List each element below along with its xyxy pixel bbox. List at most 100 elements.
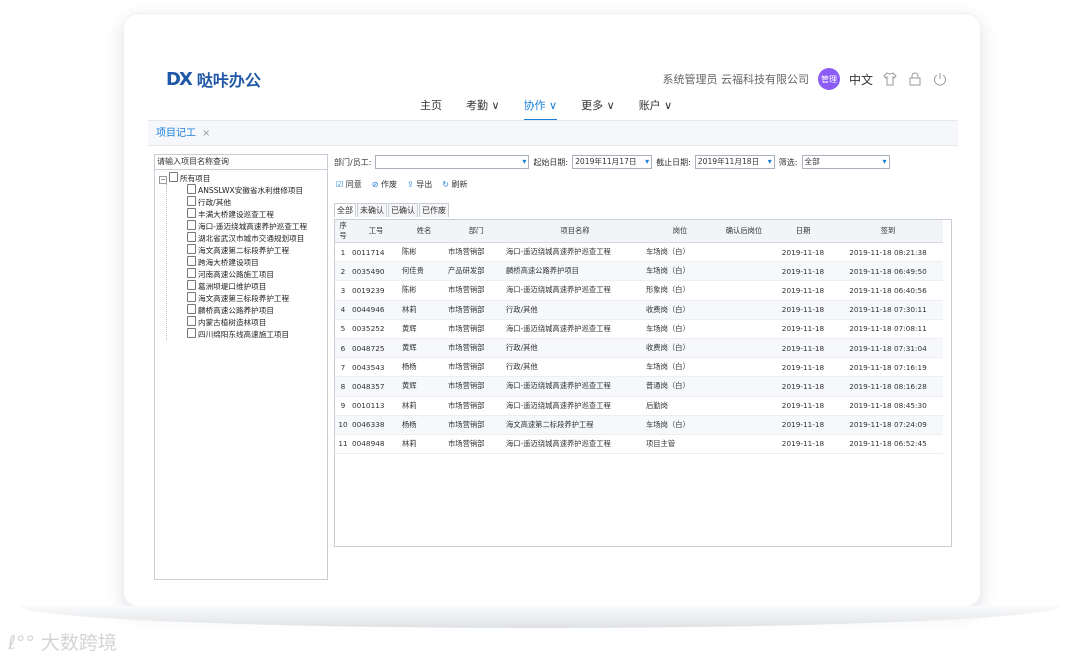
logo[interactable]: DX 哒咔办公 bbox=[166, 67, 261, 91]
table-row[interactable]: 2 0035490 何佳贵 产品研发部 麟桥高速公路养护项目 车场岗（白） 2019-11-… bbox=[335, 261, 943, 282]
tree-search-input[interactable]: 请输入项目名称查询 bbox=[155, 155, 327, 170]
agree-button[interactable]: ☑ 同意 bbox=[336, 179, 362, 190]
tree-item[interactable]: 跨海大桥建设项目 bbox=[187, 256, 327, 268]
cell: 2019-11-18 bbox=[773, 434, 833, 455]
language-switch[interactable]: 中文 bbox=[849, 71, 873, 88]
table-row[interactable]: 1 0011714 陈彬 市场营销部 海口-遥迈绕城高速养护巡查工程 车场岗（白） 2019… bbox=[335, 242, 943, 263]
project-tree: − 所有项目 ANSSLWX安徽省水利维修项目 行政/其他 丰满大桥建设巡查工程 … bbox=[155, 170, 327, 340]
tree-item[interactable]: 海文高速第三标段养护工程 bbox=[187, 292, 327, 304]
end-date-input[interactable]: 2019年11月18日 bbox=[694, 155, 775, 169]
tree-item[interactable]: 四川绵阳东线高速施工项目 bbox=[187, 328, 327, 340]
table-row[interactable]: 9 0010113 林莉 市场营销部 海口-遥迈绕城高速养护巡查工程 后勤岗 2019-11… bbox=[335, 396, 943, 416]
cell: 林莉 bbox=[401, 300, 447, 320]
cell: 4 bbox=[335, 300, 351, 320]
shirt-icon[interactable] bbox=[882, 71, 898, 87]
admin-badge[interactable]: 管理 bbox=[817, 68, 840, 90]
col-index[interactable]: 序号 bbox=[335, 220, 351, 243]
cell: 林莉 bbox=[401, 434, 447, 455]
tree-item[interactable]: 丰满大桥建设巡查工程 bbox=[187, 208, 327, 220]
tree-item-label: 湖北省武汉市城市交通规划项目 bbox=[198, 234, 305, 243]
tree-item[interactable]: 海口-遥迈绕城高速养护巡查工程 bbox=[187, 220, 327, 232]
refresh-icon: ↻ bbox=[442, 180, 449, 189]
folder-icon bbox=[187, 268, 196, 278]
folder-icon bbox=[187, 208, 196, 218]
filter-select[interactable]: 全部 bbox=[801, 155, 890, 169]
cell: 0044946 bbox=[351, 300, 401, 320]
col-name[interactable]: 姓名 bbox=[401, 220, 447, 243]
user-info: 系统管理员 云福科技有限公司 bbox=[662, 73, 809, 86]
cell: 市场营销部 bbox=[447, 376, 505, 397]
table-row[interactable]: 10 0046338 杨杨 市场营销部 海文高速第二标段养护工程 车场岗（白） 2019-1… bbox=[335, 415, 943, 435]
cell: 黄辉 bbox=[401, 319, 447, 339]
folder-icon bbox=[187, 184, 196, 194]
nav-account[interactable]: 账户 ∨ bbox=[639, 97, 673, 121]
export-button[interactable]: ⇪ 导出 bbox=[407, 179, 432, 190]
col-date[interactable]: 日期 bbox=[773, 220, 833, 243]
cell: 海口-遥迈绕城高速养护巡查工程 bbox=[505, 242, 645, 263]
tree-root[interactable]: − 所有项目 bbox=[159, 172, 327, 184]
filter-bar: 部门/员工: 起始日期: 2019年11月17日 截止日期: 2019年11月1… bbox=[334, 154, 954, 170]
cell bbox=[715, 242, 773, 263]
nav-home[interactable]: 主页 bbox=[420, 97, 442, 121]
col-dept[interactable]: 部门 bbox=[447, 220, 505, 243]
table-row[interactable]: 5 0035252 黄辉 市场营销部 海口-遥迈绕城高速养护巡查工程 车场岗（白） 2019… bbox=[335, 319, 943, 339]
nav-attendance[interactable]: 考勤 ∨ bbox=[466, 97, 500, 121]
col-project[interactable]: 项目名称 bbox=[505, 220, 645, 243]
table-row[interactable]: 11 0048948 林莉 市场营销部 海口-遥迈绕城高速养护巡查工程 项目主管 2019-… bbox=[335, 434, 943, 455]
tree-item[interactable]: 海文高速第二标段养护工程 bbox=[187, 244, 327, 256]
void-button[interactable]: ⊘ 作废 bbox=[372, 179, 397, 190]
start-date-input[interactable]: 2019年11月17日 bbox=[572, 155, 653, 169]
power-icon[interactable] bbox=[932, 71, 948, 87]
cell: 0019239 bbox=[351, 280, 401, 301]
lock-icon[interactable] bbox=[907, 71, 923, 87]
tree-item[interactable]: 行政/其他 bbox=[187, 196, 327, 208]
toolbar: ☑ 同意 ⊘ 作废 ⇪ 导出 ↻ 刷新 bbox=[336, 179, 467, 190]
tree-item[interactable]: 河南高速公路施工项目 bbox=[187, 268, 327, 280]
cell: 形象岗（白） bbox=[645, 280, 715, 301]
col-post[interactable]: 岗位 bbox=[645, 220, 715, 243]
tab-voided[interactable]: 已作废 bbox=[419, 203, 449, 217]
tree-item-label: 海文高速第三标段养护工程 bbox=[198, 294, 290, 303]
cell: 2019-11-18 07:16:19 bbox=[833, 357, 943, 378]
table-row[interactable]: 3 0019239 陈彬 市场营销部 海口-遥迈绕城高速养护巡查工程 形象岗（白） 2019… bbox=[335, 280, 943, 301]
cell: 市场营销部 bbox=[447, 338, 505, 359]
refresh-button[interactable]: ↻ 刷新 bbox=[442, 179, 467, 190]
folder-icon bbox=[187, 256, 196, 266]
close-icon[interactable]: × bbox=[202, 128, 210, 139]
end-date-label: 截止日期: bbox=[656, 157, 691, 167]
tree-item[interactable]: 内蒙古植树造林项目 bbox=[187, 316, 327, 328]
folder-icon bbox=[187, 304, 196, 314]
table-row[interactable]: 8 0048357 黄辉 市场营销部 海口-遥迈绕城高速养护巡查工程 普通岗（白） 2019… bbox=[335, 376, 943, 397]
cell: 0010113 bbox=[351, 396, 401, 416]
tree-item[interactable]: 葛洲坝堤口维护项目 bbox=[187, 280, 327, 292]
table-row[interactable]: 6 0048725 黄辉 市场营销部 行政/其他 收费岗（白） 2019-11-18 2019… bbox=[335, 338, 943, 359]
dept-select[interactable] bbox=[375, 155, 530, 169]
cell: 2019-11-18 06:40:56 bbox=[833, 280, 943, 301]
tab-confirmed[interactable]: 已确认 bbox=[388, 203, 418, 217]
cell: 2019-11-18 08:16:28 bbox=[833, 376, 943, 397]
cell: 2 bbox=[335, 261, 351, 282]
tab-all[interactable]: 全部 bbox=[334, 203, 356, 217]
table-row[interactable]: 7 0043543 杨杨 市场营销部 行政/其他 车场岗（白） 2019-11-18 2019… bbox=[335, 357, 943, 378]
nav-more[interactable]: 更多 ∨ bbox=[581, 97, 615, 121]
col-confirmed-post[interactable]: 确认后岗位 bbox=[715, 220, 773, 243]
col-id[interactable]: 工号 bbox=[351, 220, 401, 243]
cell: 2019-11-18 bbox=[773, 319, 833, 339]
cell: 2019-11-18 07:30:11 bbox=[833, 300, 943, 320]
nav-collaboration[interactable]: 协作 ∨ bbox=[523, 97, 558, 121]
cell: 0035252 bbox=[351, 319, 401, 339]
collapse-icon[interactable]: − bbox=[159, 176, 167, 184]
tree-item[interactable]: 湖北省武汉市城市交通规划项目 bbox=[187, 232, 327, 244]
table-row[interactable]: 4 0044946 林莉 市场营销部 行政/其他 收费岗（白） 2019-11-18 2019… bbox=[335, 300, 943, 320]
cell: 1 bbox=[335, 242, 351, 263]
col-checkin[interactable]: 签到 bbox=[833, 220, 943, 243]
tree-item-label: 内蒙古植树造林项目 bbox=[198, 318, 267, 327]
cell bbox=[715, 280, 773, 301]
tree-item[interactable]: 麟桥高速公路养护项目 bbox=[187, 304, 327, 316]
folder-icon bbox=[187, 292, 196, 302]
tree-item[interactable]: ANSSLWX安徽省水利维修项目 bbox=[187, 184, 327, 196]
tab-unconfirmed[interactable]: 未确认 bbox=[357, 203, 387, 217]
cell: 市场营销部 bbox=[447, 357, 505, 378]
tab-project-worklog[interactable]: 项目记工 × bbox=[156, 124, 210, 139]
cell: 2019-11-18 bbox=[773, 261, 833, 282]
